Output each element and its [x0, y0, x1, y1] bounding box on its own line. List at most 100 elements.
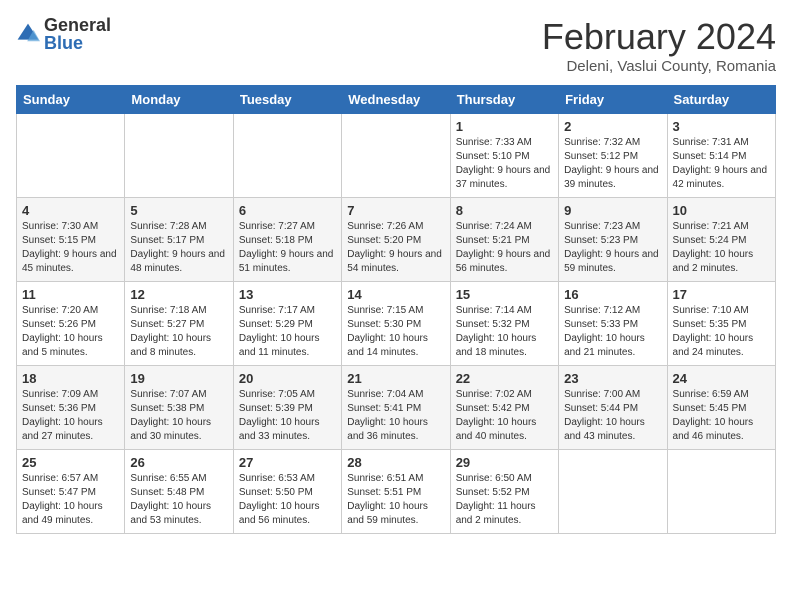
calendar-cell: 16 Sunrise: 7:12 AM Sunset: 5:33 PM Dayli… [559, 282, 667, 366]
day-number: 22 [456, 371, 553, 386]
day-number: 8 [456, 203, 553, 218]
calendar-table: SundayMondayTuesdayWednesdayThursdayFrid… [16, 85, 776, 534]
calendar-cell: 10 Sunrise: 7:21 AM Sunset: 5:24 PM Dayli… [667, 198, 775, 282]
day-number: 29 [456, 455, 553, 470]
day-number: 3 [673, 119, 770, 134]
calendar-week-row: 11 Sunrise: 7:20 AM Sunset: 5:26 PM Dayli… [17, 282, 776, 366]
day-of-week-header: Wednesday [342, 86, 450, 114]
cell-info: Sunrise: 7:07 AM Sunset: 5:38 PM Dayligh… [130, 388, 227, 444]
day-number: 1 [456, 119, 553, 134]
calendar-cell: 4 Sunrise: 7:30 AM Sunset: 5:15 PM Daylig… [17, 198, 125, 282]
cell-info: Sunrise: 7:28 AM Sunset: 5:17 PM Dayligh… [130, 220, 227, 276]
calendar-cell: 17 Sunrise: 7:10 AM Sunset: 5:35 PM Dayli… [667, 282, 775, 366]
cell-info: Sunrise: 7:10 AM Sunset: 5:35 PM Dayligh… [673, 304, 770, 360]
cell-info: Sunrise: 7:14 AM Sunset: 5:32 PM Dayligh… [456, 304, 553, 360]
month-year-title: February 2024 [542, 16, 776, 58]
calendar-cell: 28 Sunrise: 6:51 AM Sunset: 5:51 PM Dayli… [342, 450, 450, 534]
day-of-week-header: Sunday [17, 86, 125, 114]
calendar-cell: 11 Sunrise: 7:20 AM Sunset: 5:26 PM Dayli… [17, 282, 125, 366]
day-of-week-header: Friday [559, 86, 667, 114]
cell-info: Sunrise: 7:09 AM Sunset: 5:36 PM Dayligh… [22, 388, 119, 444]
calendar-cell [233, 114, 341, 198]
logo-text: General Blue [44, 16, 111, 52]
calendar-cell: 21Sunrise: 7:04 AM Sunset: 5:41 PM Dayli… [342, 366, 450, 450]
calendar-cell [125, 114, 233, 198]
calendar-cell: 5 Sunrise: 7:28 AM Sunset: 5:17 PM Daylig… [125, 198, 233, 282]
title-block: February 2024 Deleni, Vaslui County, Rom… [542, 16, 776, 75]
cell-info: Sunrise: 7:21 AM Sunset: 5:24 PM Dayligh… [673, 220, 770, 276]
calendar-cell: 20 Sunrise: 7:05 AM Sunset: 5:39 PM Dayli… [233, 366, 341, 450]
day-number: 9 [564, 203, 661, 218]
calendar-header-row: SundayMondayTuesdayWednesdayThursdayFrid… [17, 86, 776, 114]
calendar-week-row: 25 Sunrise: 6:57 AM Sunset: 5:47 PM Dayli… [17, 450, 776, 534]
calendar-cell: 23 Sunrise: 7:00 AM Sunset: 5:44 PM Dayli… [559, 366, 667, 450]
cell-info: Sunrise: 7:17 AM Sunset: 5:29 PM Dayligh… [239, 304, 336, 360]
calendar-cell: 24 Sunrise: 6:59 AM Sunset: 5:45 PM Dayli… [667, 366, 775, 450]
cell-info: Sunrise: 7:26 AM Sunset: 5:20 PM Dayligh… [347, 220, 444, 276]
calendar-cell: 27Sunrise: 6:53 AM Sunset: 5:50 PM Dayli… [233, 450, 341, 534]
cell-info: Sunrise: 7:27 AM Sunset: 5:18 PM Dayligh… [239, 220, 336, 276]
cell-info: Sunrise: 6:51 AM Sunset: 5:51 PM Dayligh… [347, 472, 444, 528]
day-number: 7 [347, 203, 444, 218]
calendar-cell: 12Sunrise: 7:18 AM Sunset: 5:27 PM Dayli… [125, 282, 233, 366]
logo: General Blue [16, 16, 111, 52]
cell-info: Sunrise: 7:32 AM Sunset: 5:12 PM Dayligh… [564, 136, 661, 192]
day-of-week-header: Monday [125, 86, 233, 114]
day-of-week-header: Saturday [667, 86, 775, 114]
cell-info: Sunrise: 6:57 AM Sunset: 5:47 PM Dayligh… [22, 472, 119, 528]
day-number: 6 [239, 203, 336, 218]
cell-info: Sunrise: 7:15 AM Sunset: 5:30 PM Dayligh… [347, 304, 444, 360]
cell-info: Sunrise: 6:53 AM Sunset: 5:50 PM Dayligh… [239, 472, 336, 528]
day-number: 16 [564, 287, 661, 302]
calendar-cell: 6 Sunrise: 7:27 AM Sunset: 5:18 PM Daylig… [233, 198, 341, 282]
cell-info: Sunrise: 7:31 AM Sunset: 5:14 PM Dayligh… [673, 136, 770, 192]
calendar-cell: 14 Sunrise: 7:15 AM Sunset: 5:30 PM Dayli… [342, 282, 450, 366]
day-of-week-header: Thursday [450, 86, 558, 114]
cell-info: Sunrise: 7:33 AM Sunset: 5:10 PM Dayligh… [456, 136, 553, 192]
calendar-cell: 3 Sunrise: 7:31 AM Sunset: 5:14 PM Daylig… [667, 114, 775, 198]
cell-info: Sunrise: 7:20 AM Sunset: 5:26 PM Dayligh… [22, 304, 119, 360]
day-number: 2 [564, 119, 661, 134]
cell-info: Sunrise: 6:55 AM Sunset: 5:48 PM Dayligh… [130, 472, 227, 528]
calendar-cell: 26Sunrise: 6:55 AM Sunset: 5:48 PM Dayli… [125, 450, 233, 534]
day-number: 25 [22, 455, 119, 470]
logo-general: General [44, 16, 111, 34]
day-number: 28 [347, 455, 444, 470]
cell-info: Sunrise: 7:12 AM Sunset: 5:33 PM Dayligh… [564, 304, 661, 360]
calendar-cell: 13 Sunrise: 7:17 AM Sunset: 5:29 PM Dayli… [233, 282, 341, 366]
calendar-cell: 22Sunrise: 7:02 AM Sunset: 5:42 PM Dayli… [450, 366, 558, 450]
cell-info: Sunrise: 6:59 AM Sunset: 5:45 PM Dayligh… [673, 388, 770, 444]
calendar-week-row: 4 Sunrise: 7:30 AM Sunset: 5:15 PM Daylig… [17, 198, 776, 282]
calendar-cell: 2 Sunrise: 7:32 AM Sunset: 5:12 PM Daylig… [559, 114, 667, 198]
calendar-cell: 19 Sunrise: 7:07 AM Sunset: 5:38 PM Dayli… [125, 366, 233, 450]
cell-info: Sunrise: 6:50 AM Sunset: 5:52 PM Dayligh… [456, 472, 553, 528]
day-number: 20 [239, 371, 336, 386]
calendar-cell [17, 114, 125, 198]
location-subtitle: Deleni, Vaslui County, Romania [542, 58, 776, 75]
day-number: 14 [347, 287, 444, 302]
calendar-cell: 8 Sunrise: 7:24 AM Sunset: 5:21 PM Daylig… [450, 198, 558, 282]
day-number: 17 [673, 287, 770, 302]
day-number: 21 [347, 371, 444, 386]
cell-info: Sunrise: 7:05 AM Sunset: 5:39 PM Dayligh… [239, 388, 336, 444]
calendar-cell: 1 Sunrise: 7:33 AM Sunset: 5:10 PM Daylig… [450, 114, 558, 198]
day-number: 4 [22, 203, 119, 218]
calendar-cell [667, 450, 775, 534]
day-number: 19 [130, 371, 227, 386]
day-number: 23 [564, 371, 661, 386]
logo-blue: Blue [44, 34, 111, 52]
cell-info: Sunrise: 7:00 AM Sunset: 5:44 PM Dayligh… [564, 388, 661, 444]
calendar-week-row: 18 Sunrise: 7:09 AM Sunset: 5:36 PM Dayli… [17, 366, 776, 450]
day-number: 13 [239, 287, 336, 302]
day-number: 12 [130, 287, 227, 302]
day-number: 15 [456, 287, 553, 302]
day-number: 11 [22, 287, 119, 302]
cell-info: Sunrise: 7:30 AM Sunset: 5:15 PM Dayligh… [22, 220, 119, 276]
day-number: 24 [673, 371, 770, 386]
calendar-cell: 25 Sunrise: 6:57 AM Sunset: 5:47 PM Dayli… [17, 450, 125, 534]
day-number: 5 [130, 203, 227, 218]
calendar-cell: 7 Sunrise: 7:26 AM Sunset: 5:20 PM Daylig… [342, 198, 450, 282]
cell-info: Sunrise: 7:24 AM Sunset: 5:21 PM Dayligh… [456, 220, 553, 276]
day-number: 10 [673, 203, 770, 218]
day-number: 18 [22, 371, 119, 386]
